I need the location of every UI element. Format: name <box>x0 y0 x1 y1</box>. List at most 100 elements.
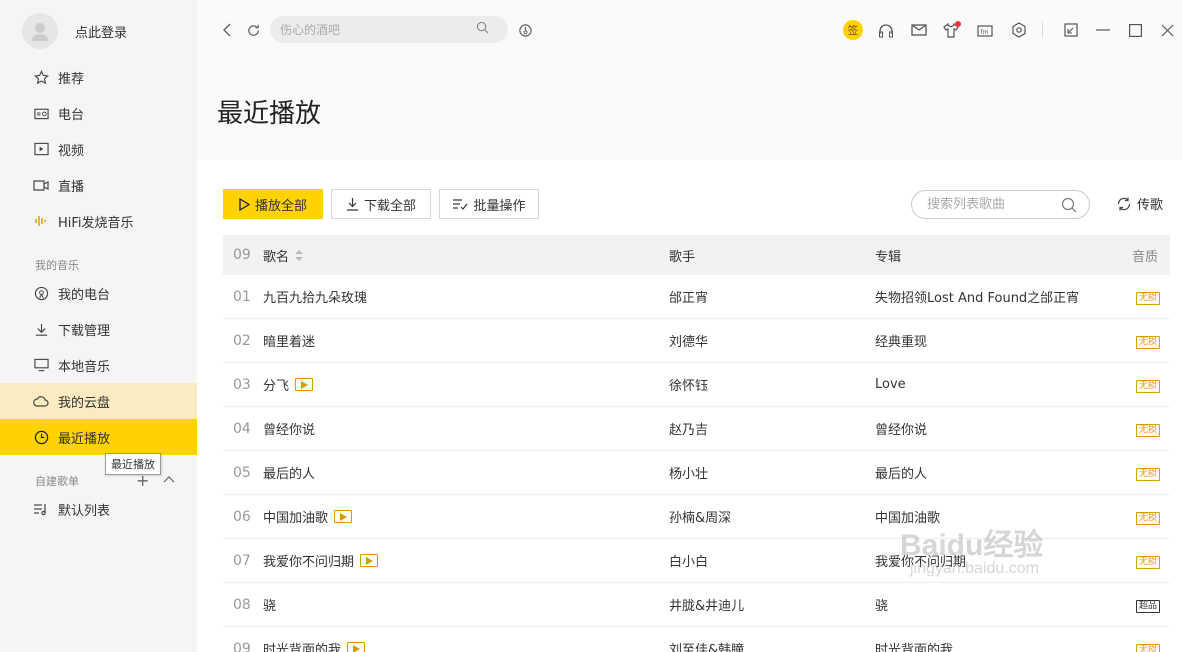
song-title-text: 骁 <box>263 599 277 614</box>
song-title-text: 中国加油歌 <box>263 511 329 526</box>
play-all-button[interactable]: 播放全部 <box>223 189 323 219</box>
song-album[interactable]: 失物招领Lost And Found之邰正宵 <box>875 287 1079 306</box>
table-row[interactable]: 02 暗里着迷 刘德华 经典重现 无损 <box>223 319 1170 363</box>
search-input[interactable] <box>280 22 476 37</box>
song-title[interactable]: 九百九拾九朵玫瑰 <box>263 287 367 306</box>
sidebar-item-my-radio[interactable]: 我的电台 <box>0 275 197 311</box>
mv-play-icon[interactable] <box>334 510 353 523</box>
song-artist[interactable]: 井胧&井迪儿 <box>669 595 744 614</box>
song-title-text: 最后的人 <box>263 467 316 482</box>
table-row[interactable]: 04 曾经你说 赵乃吉 曾经你说 无损 <box>223 407 1170 451</box>
song-title[interactable]: 我爱你不问归期 <box>263 551 379 570</box>
song-album[interactable]: 我爱你不问归期 <box>875 551 966 570</box>
sidebar-item-default-playlist[interactable]: 默认列表 <box>0 491 197 527</box>
song-album[interactable]: 骁 <box>875 595 888 614</box>
listen-recognize-icon[interactable] <box>515 20 535 40</box>
chevron-up-icon[interactable] <box>163 472 175 487</box>
sort-icon[interactable] <box>295 249 304 261</box>
table-row[interactable]: 06 中国加油歌 孙楠&周深 中国加油歌 无损 <box>223 495 1170 539</box>
song-title[interactable]: 分飞 <box>263 375 314 394</box>
download-all-button[interactable]: 下载全部 <box>331 189 431 219</box>
song-artist[interactable]: 刘至佳&韩瞳 <box>669 639 744 652</box>
song-title[interactable]: 曾经你说 <box>263 419 315 438</box>
batch-operation-button[interactable]: 批量操作 <box>439 189 539 219</box>
song-album[interactable]: 最后的人 <box>875 463 927 482</box>
song-title[interactable]: 骁 <box>263 595 276 614</box>
song-title-text: 曾经你说 <box>263 423 316 438</box>
column-artist[interactable]: 歌手 <box>669 246 695 265</box>
quality-badge: 无损 <box>1136 467 1161 481</box>
song-album[interactable]: 中国加油歌 <box>875 507 940 526</box>
song-title-text: 我爱你不问归期 <box>263 555 355 570</box>
my-music-section-label: 我的音乐 <box>35 259 79 272</box>
song-artist[interactable]: 杨小壮 <box>669 463 708 482</box>
song-title[interactable]: 最后的人 <box>263 463 315 482</box>
quality-badge: 无损 <box>1136 379 1161 393</box>
search-icon[interactable] <box>1061 197 1077 217</box>
avatar[interactable] <box>22 13 58 49</box>
song-artist[interactable]: 白小白 <box>669 551 708 570</box>
headphones-icon[interactable] <box>876 20 896 40</box>
sidebar: 点此登录 推荐 电台 视频 直播 HiFi发烧音乐 我的音乐 我的电台 下载管理… <box>0 0 197 652</box>
sidebar-item-local-music[interactable]: 本地音乐 <box>0 347 197 383</box>
table-row[interactable]: 05 最后的人 杨小壮 最后的人 无损 <box>223 451 1170 495</box>
list-search-bar[interactable] <box>911 190 1090 219</box>
svg-text:fm: fm <box>981 29 989 36</box>
mv-play-icon[interactable] <box>347 642 366 652</box>
sidebar-item-live[interactable]: 直播 <box>0 167 197 203</box>
song-artist[interactable]: 邰正宵 <box>669 287 708 306</box>
sidebar-item-cloud[interactable]: 我的云盘 <box>0 383 197 419</box>
column-title[interactable]: 歌名 <box>263 246 304 265</box>
song-title[interactable]: 时光背面的我 <box>263 639 366 652</box>
song-artist[interactable]: 徐怀钰 <box>669 375 708 394</box>
row-number: 08 <box>233 596 251 613</box>
mv-play-icon[interactable] <box>360 554 379 567</box>
list-search-input[interactable] <box>927 197 1057 212</box>
close-icon[interactable] <box>1157 20 1177 40</box>
song-title[interactable]: 中国加油歌 <box>263 507 353 526</box>
mv-play-icon[interactable] <box>295 378 314 391</box>
song-title-text: 暗里着迷 <box>263 335 316 350</box>
song-album[interactable]: Love <box>875 377 906 392</box>
song-artist[interactable]: 赵乃吉 <box>669 419 708 438</box>
sidebar-item-recommend[interactable]: 推荐 <box>0 59 197 95</box>
song-album[interactable]: 曾经你说 <box>875 419 927 438</box>
song-album[interactable]: 经典重现 <box>875 331 927 350</box>
row-number: 02 <box>233 332 251 349</box>
sidebar-item-recent[interactable]: 最近播放 <box>0 419 197 455</box>
login-area[interactable]: 点此登录 <box>22 13 127 49</box>
mail-icon[interactable] <box>909 20 929 40</box>
song-album[interactable]: 时光背面的我 <box>875 639 953 652</box>
column-album[interactable]: 专辑 <box>875 246 901 265</box>
table-row[interactable]: 09 时光背面的我 刘至佳&韩瞳 时光背面的我 无损 <box>223 627 1170 652</box>
mini-mode-icon[interactable] <box>1061 20 1081 40</box>
song-title-text: 时光背面的我 <box>263 643 342 652</box>
maximize-icon[interactable] <box>1125 20 1145 40</box>
search-bar[interactable] <box>270 16 508 43</box>
table-row[interactable]: 01 九百九拾九朵玫瑰 邰正宵 失物招领Lost And Found之邰正宵 无损 <box>223 275 1170 319</box>
sidebar-item-downloads[interactable]: 下载管理 <box>0 311 197 347</box>
transfer-song-button[interactable]: 传歌 <box>1116 194 1163 213</box>
table-row[interactable]: 07 我爱你不问归期 白小白 我爱你不问归期 无损 <box>223 539 1170 583</box>
table-row[interactable]: 08 骁 井胧&井迪儿 骁 超品 <box>223 583 1170 627</box>
login-link[interactable]: 点此登录 <box>75 22 127 41</box>
sidebar-item-hifi[interactable]: HiFi发烧音乐 <box>0 203 197 239</box>
fm-icon[interactable]: fm <box>975 20 995 40</box>
settings-gear-icon[interactable] <box>1009 20 1029 40</box>
minimize-icon[interactable] <box>1093 20 1113 40</box>
batch-operation-label: 批量操作 <box>473 198 526 214</box>
sidebar-item-radio[interactable]: 电台 <box>0 95 197 131</box>
song-artist[interactable]: 孙楠&周深 <box>669 507 731 526</box>
back-icon[interactable] <box>217 20 237 40</box>
search-icon[interactable] <box>476 21 489 38</box>
sidebar-item-label: 默认列表 <box>58 503 111 519</box>
batch-list-icon <box>452 198 468 211</box>
sign-in-badge[interactable]: 签 <box>843 20 863 40</box>
column-quality: 音质 <box>1132 249 1159 265</box>
song-title[interactable]: 暗里着迷 <box>263 331 315 350</box>
refresh-icon[interactable] <box>243 20 263 40</box>
song-artist[interactable]: 刘德华 <box>669 331 708 350</box>
table-row[interactable]: 03 分飞 徐怀钰 Love 无损 <box>223 363 1170 407</box>
sidebar-item-video[interactable]: 视频 <box>0 131 197 167</box>
my-radio-icon <box>33 285 49 301</box>
